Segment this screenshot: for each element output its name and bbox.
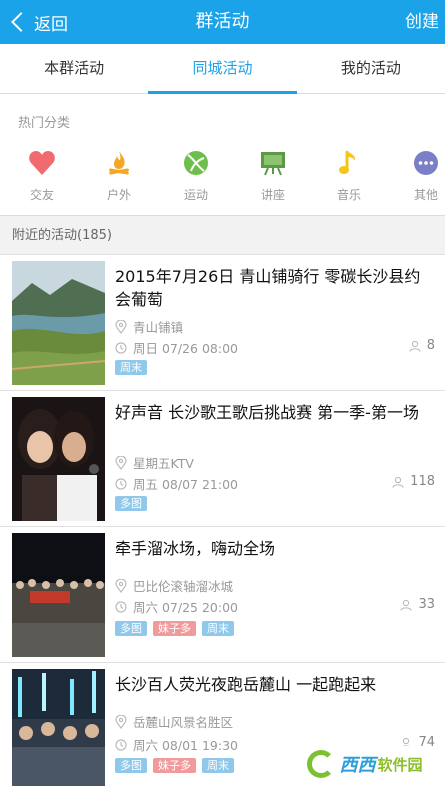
count-text: 8: [426, 338, 435, 353]
time-text: 周五 08/07 21:00: [133, 477, 238, 492]
tag-weekend: 周末: [202, 758, 234, 773]
hot-categories: 热门分类 交友 户外 运动 讲座 音乐 其他: [0, 94, 445, 216]
activity-title: 牵手溜冰场，嗨动全场: [115, 539, 276, 558]
tag-many-photos: 多图: [115, 496, 147, 511]
category-list: 交友 户外 运动 讲座 音乐 其他: [0, 148, 445, 208]
heart-icon: [27, 148, 57, 178]
activity-thumbnail: [12, 261, 105, 385]
music-note-icon: [334, 148, 364, 178]
watermark-brand: 西西: [339, 755, 376, 776]
tab-my-activities[interactable]: 我的活动: [297, 44, 445, 93]
tag-many-photos: 多图: [115, 621, 147, 636]
category-music[interactable]: 音乐: [319, 148, 379, 203]
location-text: 星期五KTV: [133, 456, 194, 471]
time-text: 周六 08/01 19:30: [133, 738, 238, 753]
category-lecture[interactable]: 讲座: [243, 148, 303, 203]
location-text: 青山铺镇: [133, 320, 184, 335]
activity-item[interactable]: 牵手溜冰场，嗨动全场 巴比伦滚轴溜冰城 周六 07/25 20:00 33 多图…: [0, 527, 445, 663]
clock-icon: [115, 600, 127, 613]
create-button[interactable]: 创建: [405, 0, 439, 44]
activity-item[interactable]: 好声音 长沙歌王歌后挑战赛 第一季-第一场 星期五KTV 周五 08/07 21…: [0, 391, 445, 527]
activity-title: 长沙百人荧光夜跑岳麓山 一起跑起来: [115, 675, 377, 694]
participant-count: 8: [409, 338, 435, 353]
activity-thumbnail: [12, 669, 105, 786]
category-other[interactable]: 其他: [396, 148, 445, 203]
category-outdoor[interactable]: 户外: [89, 148, 149, 203]
category-label: 运动: [183, 188, 208, 202]
activity-location: 青山铺镇: [115, 317, 183, 336]
categories-title: 热门分类: [18, 116, 71, 131]
tag-many-girls: 妹子多: [153, 758, 196, 773]
activity-location: 岳麓山风景名胜区: [115, 712, 233, 731]
location-text: 巴比伦滚轴溜冰城: [133, 579, 234, 594]
person-icon: [392, 476, 404, 488]
count-text: 33: [418, 597, 435, 612]
activity-title: 好声音 长沙歌王歌后挑战赛 第一季-第一场: [115, 403, 419, 422]
category-label: 交友: [29, 188, 54, 202]
tab-bar: 本群活动 同城活动 我的活动: [0, 44, 445, 94]
watermark-text: 软件园: [377, 755, 423, 774]
category-sports[interactable]: 运动: [166, 148, 226, 203]
activity-time: 周五 08/07 21:00: [115, 474, 238, 493]
location-pin-icon: [115, 319, 127, 334]
tag-weekend: 周末: [115, 360, 147, 375]
tag-many-photos: 多图: [115, 758, 147, 773]
nearby-activities-header: 附近的活动(185): [0, 217, 445, 255]
person-icon: [409, 340, 421, 352]
activity-time: 周六 07/25 20:00: [115, 597, 238, 616]
activity-time: 周日 07/26 08:00: [115, 338, 238, 357]
activity-tags: 多图 妹子多 周末: [115, 621, 240, 636]
location-pin-icon: [115, 455, 127, 470]
tag-many-girls: 妹子多: [153, 621, 196, 636]
activity-thumbnail: [12, 397, 105, 521]
activity-tags: 多图 妹子多 周末: [115, 758, 240, 773]
ball-icon: [181, 148, 211, 178]
category-label: 户外: [106, 188, 131, 202]
activity-location: 星期五KTV: [115, 453, 194, 472]
activity-location: 巴比伦滚轴溜冰城: [115, 576, 233, 595]
top-bar: 返回 群活动 创建: [0, 0, 445, 44]
clock-icon: [115, 341, 127, 354]
count-text: 118: [410, 474, 435, 489]
location-pin-icon: [115, 578, 127, 593]
board-icon: [258, 148, 288, 178]
participant-count: 118: [392, 474, 435, 489]
activity-title: 2015年7月26日 青山铺骑行 零碳长沙县约会葡萄: [115, 267, 421, 309]
clock-icon: [115, 477, 127, 490]
participant-count: 33: [400, 597, 435, 612]
tab-group-activities[interactable]: 本群活动: [0, 44, 148, 93]
location-text: 岳麓山风景名胜区: [133, 715, 234, 730]
activity-item[interactable]: 2015年7月26日 青山铺骑行 零碳长沙县约会葡萄 青山铺镇 周日 07/26…: [0, 255, 445, 391]
activity-thumbnail: [12, 533, 105, 657]
more-icon: [411, 148, 441, 178]
clock-icon: [115, 738, 127, 751]
category-label: 讲座: [260, 188, 285, 202]
category-dating[interactable]: 交友: [12, 148, 72, 203]
activity-time: 周六 08/01 19:30: [115, 735, 238, 754]
tab-city-activities[interactable]: 同城活动: [148, 44, 297, 94]
logo-mark-icon: [307, 750, 336, 778]
location-pin-icon: [115, 714, 127, 729]
time-text: 周日 07/26 08:00: [133, 341, 238, 356]
person-icon: [400, 599, 413, 611]
category-label: 其他: [413, 188, 438, 202]
category-label: 音乐: [336, 188, 361, 202]
time-text: 周六 07/25 20:00: [133, 600, 238, 615]
campfire-icon: [104, 148, 134, 178]
activity-tags: 周末: [115, 360, 153, 375]
page-title: 群活动: [195, 11, 250, 32]
activity-tags: 多图: [115, 496, 153, 511]
tag-weekend: 周末: [202, 621, 234, 636]
watermark-logo: 西西 软件园: [287, 746, 443, 782]
